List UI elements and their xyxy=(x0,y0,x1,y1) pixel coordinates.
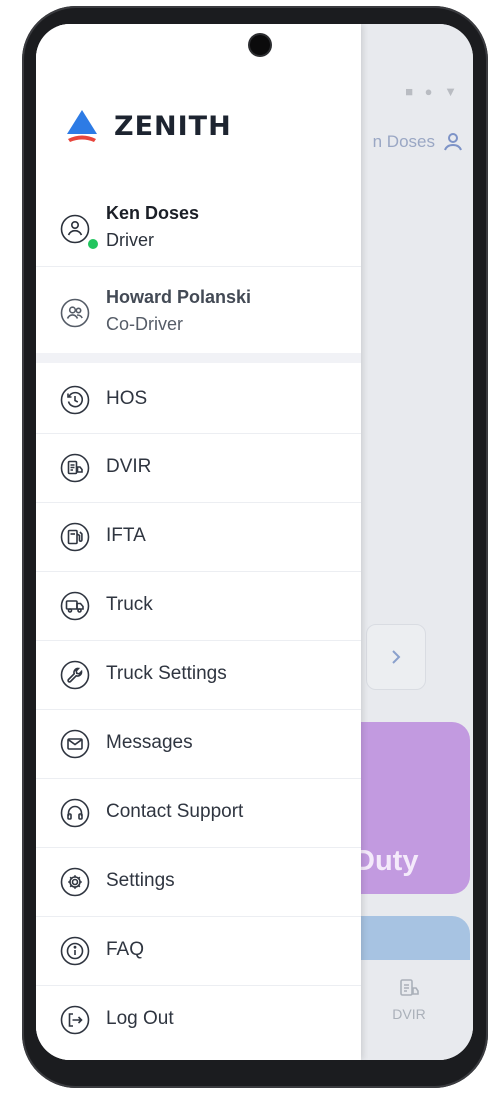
co-driver-name: Howard Polanski xyxy=(106,287,252,307)
menu-item-label: Contact Support xyxy=(106,801,244,822)
zenith-logo-icon xyxy=(67,110,97,142)
driver-name: Ken Doses xyxy=(106,203,200,223)
front-camera xyxy=(250,35,270,55)
brand-name: ZENITH xyxy=(114,110,232,142)
menu-item-label: Truck Settings xyxy=(106,663,227,684)
user-icon xyxy=(444,133,462,151)
screen: ■ ● ▼ n Doses Duty DVIR ZENITH Ken Doses… xyxy=(36,24,473,1060)
menu-item-label: Settings xyxy=(106,870,175,891)
headphones-icon xyxy=(60,798,90,828)
menu-item-label: Messages xyxy=(106,732,193,753)
duty-status-text: Duty xyxy=(354,845,419,877)
divider xyxy=(36,266,361,267)
chevron-right-icon xyxy=(392,650,401,664)
section-divider xyxy=(36,353,361,363)
gear-icon xyxy=(60,867,90,897)
clipboard-truck-icon xyxy=(60,453,90,483)
menu-item-log-out[interactable]: Log Out xyxy=(36,986,361,1054)
current-user-header[interactable]: n Doses xyxy=(373,132,463,152)
co-driver-role: Co-Driver xyxy=(106,314,184,334)
menu-item-truck[interactable]: Truck xyxy=(36,572,361,640)
menu-item-settings[interactable]: Settings xyxy=(36,848,361,916)
online-status-indicator xyxy=(86,237,100,251)
menu-item-ifta[interactable]: IFTA xyxy=(36,503,361,571)
users-group-icon xyxy=(60,298,90,328)
menu-item-messages[interactable]: Messages xyxy=(36,710,361,778)
truck-icon xyxy=(60,591,90,621)
logout-icon xyxy=(60,1005,90,1035)
menu-item-label: FAQ xyxy=(106,939,145,960)
navigation-drawer: ZENITH Ken Doses Driver Howard Polanski … xyxy=(36,24,361,1060)
tab-dvir-label: DVIR xyxy=(392,1006,426,1022)
clock-history-icon xyxy=(60,385,90,415)
user-driver[interactable]: Ken Doses Driver xyxy=(36,194,361,264)
menu-item-label: Log Out xyxy=(106,1008,174,1029)
menu-item-label: HOS xyxy=(106,388,148,409)
menu-item-contact-support[interactable]: Contact Support xyxy=(36,779,361,847)
menu-item-hos[interactable]: HOS xyxy=(36,366,361,434)
clipboard-truck-icon xyxy=(400,979,419,996)
user-avatar-icon xyxy=(60,214,90,244)
status-icons: ■ ● ▼ xyxy=(405,84,461,99)
fuel-pump-icon xyxy=(60,522,90,552)
menu-item-truck-settings[interactable]: Truck Settings xyxy=(36,641,361,709)
user-co-driver[interactable]: Howard Polanski Co-Driver xyxy=(36,278,361,348)
next-button[interactable] xyxy=(366,624,426,690)
menu-item-faq[interactable]: FAQ xyxy=(36,917,361,985)
tab-dvir[interactable]: DVIR xyxy=(379,976,439,1022)
envelope-icon xyxy=(60,729,90,759)
menu-item-label: DVIR xyxy=(106,456,152,477)
driver-role: Driver xyxy=(106,230,154,250)
menu-item-label: Truck xyxy=(106,594,153,615)
menu-item-label: IFTA xyxy=(106,525,146,546)
brand-logo: ZENITH xyxy=(64,108,232,144)
current-user-name: n Doses xyxy=(372,132,435,151)
info-icon xyxy=(60,936,90,966)
wrench-icon xyxy=(60,660,90,690)
menu-item-dvir[interactable]: DVIR xyxy=(36,434,361,502)
